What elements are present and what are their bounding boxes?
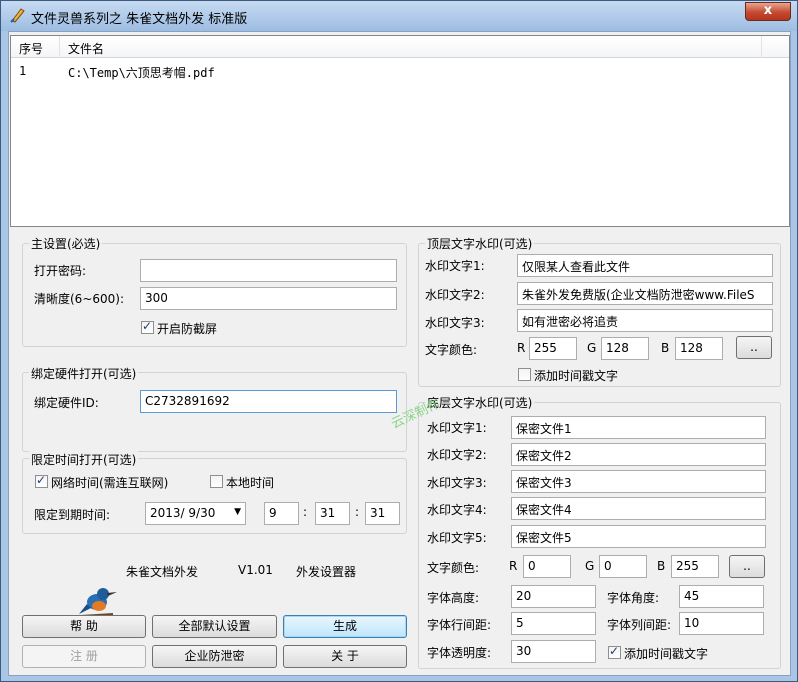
chevron-down-icon[interactable]: ▼: [234, 507, 241, 517]
title-bar[interactable]: 文件灵兽系列之 朱雀文档外发 标准版 x: [1, 1, 797, 31]
top-r-input[interactable]: 255: [529, 337, 577, 360]
opacity-input[interactable]: 30: [511, 640, 596, 663]
bottom-text1-label: 水印文字1:: [427, 421, 487, 435]
bottom-text1-input[interactable]: 保密文件1: [511, 416, 766, 439]
close-icon: x: [763, 3, 773, 18]
expire-minute-input[interactable]: 31: [315, 502, 350, 525]
bottom-r-input[interactable]: 0: [523, 555, 571, 578]
anti-screenshot-label[interactable]: 开启防截屏: [157, 320, 217, 337]
column-divider[interactable]: [59, 36, 60, 58]
bottom-text3-input[interactable]: 保密文件3: [511, 470, 766, 493]
hardware-id-input[interactable]: C2732891692: [140, 390, 397, 413]
bottom-text2-label: 水印文字2:: [427, 448, 487, 462]
top-watermark-legend: 顶层文字水印(可选): [425, 235, 535, 252]
top-text3-input[interactable]: 如有泄密必将追责: [517, 309, 773, 332]
top-text1-label: 水印文字1:: [425, 259, 485, 273]
product-name: 朱雀文档外发: [126, 565, 199, 579]
expire-second-input[interactable]: 31: [365, 502, 400, 525]
top-timestamp-label[interactable]: 添加时间戳文字: [534, 367, 618, 384]
main-window: 文件灵兽系列之 朱雀文档外发 标准版 x 序号 文件名 1 C:\Temp\六顶…: [0, 0, 798, 682]
top-g-label: G: [587, 341, 597, 355]
clarity-input[interactable]: 300: [140, 287, 397, 310]
bottom-text5-label: 水印文字5:: [427, 531, 487, 545]
file-row-name: C:\Temp\六顶思考帽.pdf: [68, 66, 215, 80]
top-text2-input[interactable]: 朱雀外发免费版(企业文档防泄密www.FileS: [517, 282, 773, 305]
about-button[interactable]: 关 于: [283, 645, 407, 668]
font-height-input[interactable]: 20: [511, 585, 596, 608]
time-limit-legend: 限定时间打开(可选): [29, 451, 139, 468]
client-area: 序号 文件名 1 C:\Temp\六顶思考帽.pdf 主设置(必选) 打开密码:…: [8, 31, 791, 676]
generate-button[interactable]: 生成: [283, 615, 407, 638]
product-subtitle: 外发设置器: [296, 565, 357, 579]
bottom-g-input[interactable]: 0: [599, 555, 647, 578]
help-button[interactable]: 帮 助: [22, 615, 146, 638]
font-angle-label: 字体角度:: [607, 591, 660, 605]
bottom-text4-label: 水印文字4:: [427, 503, 487, 517]
bottom-text4-input[interactable]: 保密文件4: [511, 497, 766, 520]
app-icon: [10, 8, 25, 23]
col-spacing-label: 字体列间距:: [607, 618, 672, 632]
time-separator: :: [355, 505, 360, 519]
column-header-filename[interactable]: 文件名: [68, 40, 104, 57]
file-row-index: 1: [19, 64, 27, 78]
col-spacing-input[interactable]: 10: [679, 612, 764, 635]
bottom-text5-input[interactable]: 保密文件5: [511, 525, 766, 548]
bottom-g-label: G: [585, 559, 595, 573]
time-separator: :: [303, 505, 308, 519]
register-button[interactable]: 注 册: [22, 645, 146, 668]
top-g-input[interactable]: 128: [601, 337, 649, 360]
hardware-id-label: 绑定硬件ID:: [34, 396, 99, 410]
bottom-timestamp-checkbox[interactable]: [608, 644, 621, 659]
top-text2-label: 水印文字2:: [425, 288, 485, 302]
top-color-label: 文字颜色:: [425, 343, 478, 357]
enterprise-button[interactable]: 企业防泄密: [152, 645, 277, 668]
opacity-label: 字体透明度:: [427, 646, 492, 660]
open-password-input[interactable]: [140, 259, 397, 282]
local-time-checkbox[interactable]: [210, 475, 223, 488]
bottom-timestamp-label[interactable]: 添加时间戳文字: [624, 645, 708, 662]
hardware-legend: 绑定硬件打开(可选): [29, 365, 139, 382]
restore-defaults-button[interactable]: 全部默认设置: [152, 615, 277, 638]
top-text1-input[interactable]: 仅限某人查看此文件: [517, 254, 773, 277]
top-timestamp-checkbox[interactable]: [518, 368, 531, 381]
top-r-label: R: [517, 341, 526, 355]
font-height-label: 字体高度:: [427, 591, 480, 605]
clarity-label: 清晰度(6~600):: [34, 292, 125, 306]
local-time-label[interactable]: 本地时间: [226, 474, 274, 491]
file-list[interactable]: 序号 文件名 1 C:\Temp\六顶思考帽.pdf: [10, 35, 790, 227]
expire-time-label: 限定到期时间:: [34, 508, 111, 522]
bottom-text3-label: 水印文字3:: [427, 476, 487, 490]
bottom-b-input[interactable]: 255: [671, 555, 719, 578]
top-text3-label: 水印文字3:: [425, 316, 485, 330]
line-spacing-label: 字体行间距:: [427, 618, 492, 632]
column-header-index[interactable]: 序号: [19, 40, 43, 57]
product-version: V1.01: [238, 563, 273, 577]
close-button[interactable]: x: [745, 2, 791, 21]
bottom-b-label: B: [657, 559, 666, 573]
bottom-color-picker-button[interactable]: ..: [729, 555, 765, 578]
top-b-label: B: [661, 341, 670, 355]
open-password-label: 打开密码:: [34, 264, 87, 278]
expire-date-picker[interactable]: 2013/ 9/30 ▼: [145, 502, 246, 525]
window-title: 文件灵兽系列之 朱雀文档外发 标准版: [31, 12, 248, 27]
main-settings-legend: 主设置(必选): [29, 235, 103, 252]
network-time-checkbox[interactable]: [35, 473, 48, 488]
file-list-header: 序号 文件名: [11, 36, 789, 58]
expire-date-value: 2013/ 9/30: [150, 506, 216, 520]
bottom-r-label: R: [509, 559, 518, 573]
expire-hour-input[interactable]: 9: [264, 502, 299, 525]
line-spacing-input[interactable]: 5: [511, 612, 596, 635]
bottom-text2-input[interactable]: 保密文件2: [511, 443, 766, 466]
top-b-input[interactable]: 128: [675, 337, 723, 360]
anti-screenshot-checkbox[interactable]: [141, 319, 154, 334]
bottom-color-label: 文字颜色:: [427, 561, 480, 575]
font-angle-input[interactable]: 45: [679, 585, 764, 608]
column-divider[interactable]: [761, 36, 762, 58]
top-color-picker-button[interactable]: ..: [736, 336, 772, 359]
network-time-label[interactable]: 网络时间(需连互联网): [51, 474, 168, 491]
